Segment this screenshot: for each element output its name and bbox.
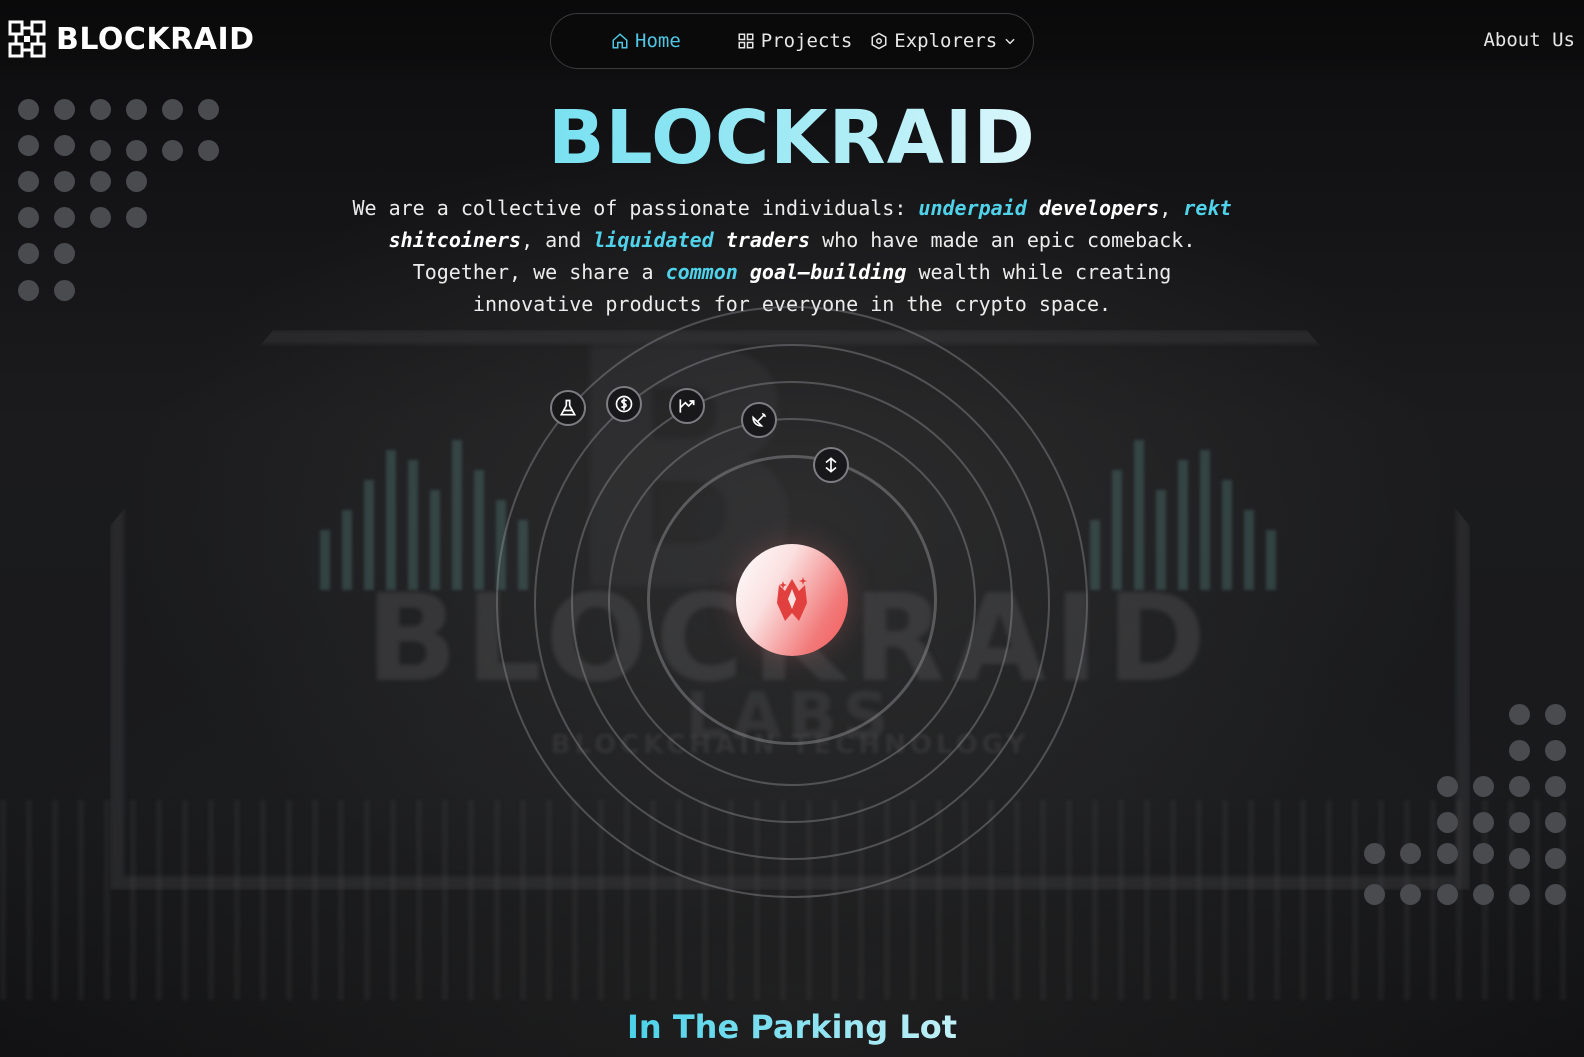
dollar-coin-icon[interactable] (606, 386, 642, 422)
swap-arrows-icon[interactable] (813, 447, 849, 483)
grid-icon (738, 33, 754, 49)
brand-name: BLOCKRAID (56, 21, 255, 57)
hero-title: BLOCKRAID (0, 95, 1584, 181)
nav-projects[interactable]: Projects (737, 30, 853, 52)
nav-home[interactable]: Home (611, 30, 681, 52)
desc-emphasis-traders: traders (725, 228, 811, 252)
nav-explorers[interactable]: Explorers (870, 30, 1017, 52)
desc-highlight-liquidated: liquidated (593, 228, 714, 252)
core-logo[interactable] (736, 544, 848, 656)
hero-description: We are a collective of passionate indivi… (352, 192, 1232, 320)
nav-projects-label: Projects (760, 30, 853, 52)
chart-arrow-icon[interactable] (669, 388, 705, 424)
flask-icon[interactable] (550, 390, 586, 426)
blocks-logo-icon (8, 20, 46, 58)
satellite-icon[interactable] (741, 402, 777, 438)
desc-text-2: , (1159, 196, 1172, 220)
brand-logo[interactable]: BLOCKRAID (8, 20, 255, 58)
nav-about-us[interactable]: About Us (1483, 29, 1575, 51)
cube-hex-icon (871, 32, 887, 50)
top-navbar: BLOCKRAID Home Projects Explorers About … (0, 0, 1584, 82)
nav-home-label: Home (635, 30, 681, 52)
desc-highlight-common: common (665, 260, 738, 284)
desc-highlight-underpaid: underpaid (918, 196, 1027, 220)
home-icon (612, 33, 628, 49)
desc-emphasis-developers: developers (1038, 196, 1160, 220)
chevron-down-icon (1005, 38, 1015, 45)
background-bars-left (320, 440, 528, 590)
background-bars-right (1090, 440, 1276, 590)
desc-highlight-rekt: rekt (1183, 196, 1232, 220)
section-title: In The Parking Lot (0, 1008, 1584, 1046)
desc-emphasis-goal-building: goal—building (749, 260, 907, 284)
desc-emphasis-shitcoiners: shitcoiners (388, 228, 522, 252)
crystal-fire-logo-icon (777, 577, 807, 621)
nav-explorers-label: Explorers (894, 30, 998, 52)
desc-text-1: We are a collective of passionate indivi… (352, 196, 919, 220)
desc-text-3: , and (521, 228, 594, 252)
main-nav: Home Projects Explorers (550, 13, 1034, 69)
